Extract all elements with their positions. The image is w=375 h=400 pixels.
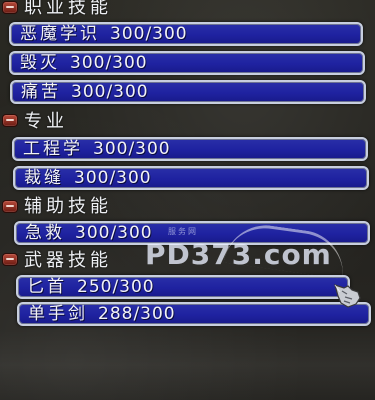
section-title: 职业技能 [24, 0, 112, 18]
skills-panel: 职业技能 恶魔学识 300/300 毁灭 300/300 痛苦 300/300 专业 … [0, 0, 375, 400]
section-title: 辅助技能 [24, 196, 112, 217]
background-floor [0, 330, 375, 400]
skill-value: 300/300 [75, 223, 153, 243]
skill-value: 300/300 [71, 82, 149, 102]
skill-row-tailoring[interactable]: 裁缝 300/300 [13, 166, 369, 190]
skill-value: 300/300 [70, 53, 148, 73]
collapse-minus-icon[interactable] [2, 114, 18, 127]
section-header-professions[interactable]: 专业 [0, 108, 375, 132]
skill-row-first-aid[interactable]: 急救 300/300 [14, 221, 370, 245]
skill-value: 300/300 [93, 139, 171, 159]
skill-text: 裁缝 300/300 [24, 168, 152, 188]
skill-name: 裁缝 [24, 168, 64, 188]
skill-name: 痛苦 [21, 82, 61, 102]
skill-text: 痛苦 300/300 [21, 82, 149, 102]
skill-value: 300/300 [74, 168, 152, 188]
collapse-minus-icon[interactable] [2, 200, 18, 213]
skill-row-demonology[interactable]: 恶魔学识 300/300 [9, 22, 363, 46]
skill-text: 急救 300/300 [25, 223, 153, 243]
skill-value: 288/300 [98, 304, 176, 324]
skill-row-one-handed-swords[interactable]: 单手剑 288/300 [17, 302, 371, 326]
skill-name: 工程学 [23, 139, 83, 159]
skill-text: 恶魔学识 300/300 [20, 24, 188, 44]
section-header-secondary-skills[interactable]: 辅助技能 [0, 193, 375, 217]
collapse-minus-icon[interactable] [2, 1, 18, 14]
skill-name: 单手剑 [28, 304, 88, 324]
skill-row-destruction[interactable]: 毁灭 300/300 [9, 51, 365, 75]
skill-name: 匕首 [27, 277, 67, 297]
section-title: 专业 [24, 111, 68, 132]
skill-value: 250/300 [77, 277, 155, 297]
skill-row-affliction[interactable]: 痛苦 300/300 [10, 80, 366, 104]
skill-name: 恶魔学识 [20, 24, 100, 44]
section-header-weapon-skills[interactable]: 武器技能 [0, 247, 375, 271]
skill-text: 毁灭 300/300 [20, 53, 148, 73]
skill-row-daggers[interactable]: 匕首 250/300 [16, 275, 350, 299]
skill-row-engineering[interactable]: 工程学 300/300 [12, 137, 368, 161]
skill-value: 300/300 [110, 24, 188, 44]
collapse-minus-icon[interactable] [2, 253, 18, 266]
skill-name: 急救 [25, 223, 65, 243]
skill-name: 毁灭 [20, 53, 60, 73]
skill-text: 单手剑 288/300 [28, 304, 176, 324]
skill-text: 工程学 300/300 [23, 139, 171, 159]
skill-text: 匕首 250/300 [27, 277, 155, 297]
section-header-class-skills[interactable]: 职业技能 [0, 0, 375, 18]
section-title: 武器技能 [24, 250, 112, 271]
